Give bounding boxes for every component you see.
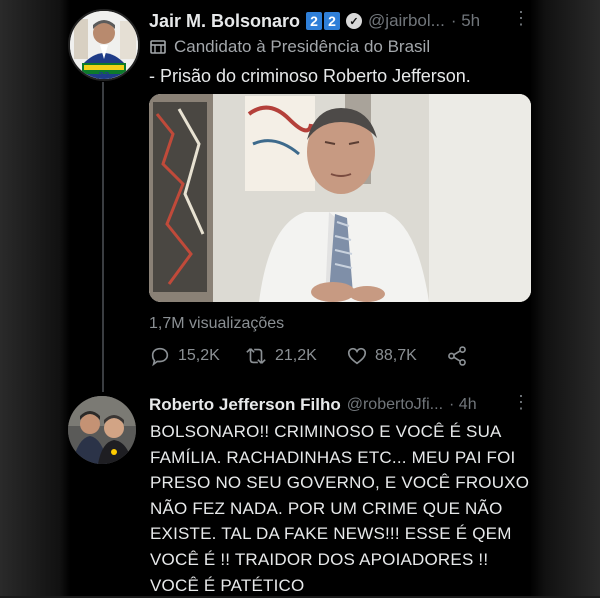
tweet-actions: 15,2K 21,2K 88,7K bbox=[149, 345, 479, 369]
reply-icon bbox=[151, 347, 169, 367]
government-label-text: Candidato à Presidência do Brasil bbox=[174, 37, 431, 56]
reply-button[interactable]: 15,2K bbox=[149, 345, 220, 367]
view-count: 1,7M visualizações bbox=[149, 315, 285, 332]
retweet-count: 21,2K bbox=[275, 347, 317, 364]
svg-text:22: 22 bbox=[98, 71, 109, 79]
author-name[interactable]: Jair M. Bolsonaro bbox=[149, 11, 300, 32]
share-icon bbox=[448, 346, 466, 366]
avatar-photo bbox=[68, 396, 136, 464]
author-handle[interactable]: @jairbol... bbox=[368, 11, 445, 31]
like-button[interactable]: 88,7K bbox=[346, 345, 417, 367]
reply-time[interactable]: · 4h bbox=[449, 396, 477, 414]
government-label-icon bbox=[150, 40, 166, 54]
badge-digit: 2 bbox=[306, 12, 323, 30]
number-badges: 2 2 bbox=[306, 12, 341, 30]
reply-text: BOLSONARO!! CRIMINOSO E VOCÊ É SUA FAMÍL… bbox=[150, 422, 530, 595]
reply-author-name[interactable]: Roberto Jefferson Filho bbox=[149, 395, 341, 415]
tweet-text: - Prisão do criminoso Roberto Jefferson. bbox=[149, 66, 471, 86]
tweet-video[interactable] bbox=[149, 94, 531, 302]
reply-more-icon[interactable]: ⋮ bbox=[512, 392, 530, 413]
retweet-button[interactable]: 21,2K bbox=[244, 345, 317, 367]
video-frame bbox=[149, 94, 531, 302]
share-button[interactable] bbox=[446, 345, 475, 367]
reply-author-handle[interactable]: @robertoJfi... bbox=[347, 396, 443, 414]
like-count: 88,7K bbox=[375, 347, 417, 364]
like-icon bbox=[347, 347, 367, 365]
badge-digit: 2 bbox=[324, 12, 341, 30]
verified-icon: ✓ bbox=[346, 13, 363, 29]
author-avatar[interactable]: 22 bbox=[68, 9, 140, 81]
avatar-portrait: 22 bbox=[70, 11, 138, 79]
retweet-icon bbox=[246, 348, 266, 364]
reply-count: 15,2K bbox=[178, 347, 220, 364]
tweet-time[interactable]: · 5h bbox=[451, 11, 480, 31]
reply-author-avatar[interactable] bbox=[68, 396, 136, 464]
tweet-header: Jair M. Bolsonaro 2 2 ✓ @jairbol... · 5h bbox=[149, 9, 480, 33]
thread-line bbox=[102, 82, 104, 392]
government-label[interactable]: Candidato à Presidência do Brasil bbox=[149, 36, 430, 58]
more-icon[interactable]: ⋮ bbox=[512, 8, 530, 29]
reply-header: Roberto Jefferson Filho @robertoJfi... ·… bbox=[149, 393, 477, 417]
